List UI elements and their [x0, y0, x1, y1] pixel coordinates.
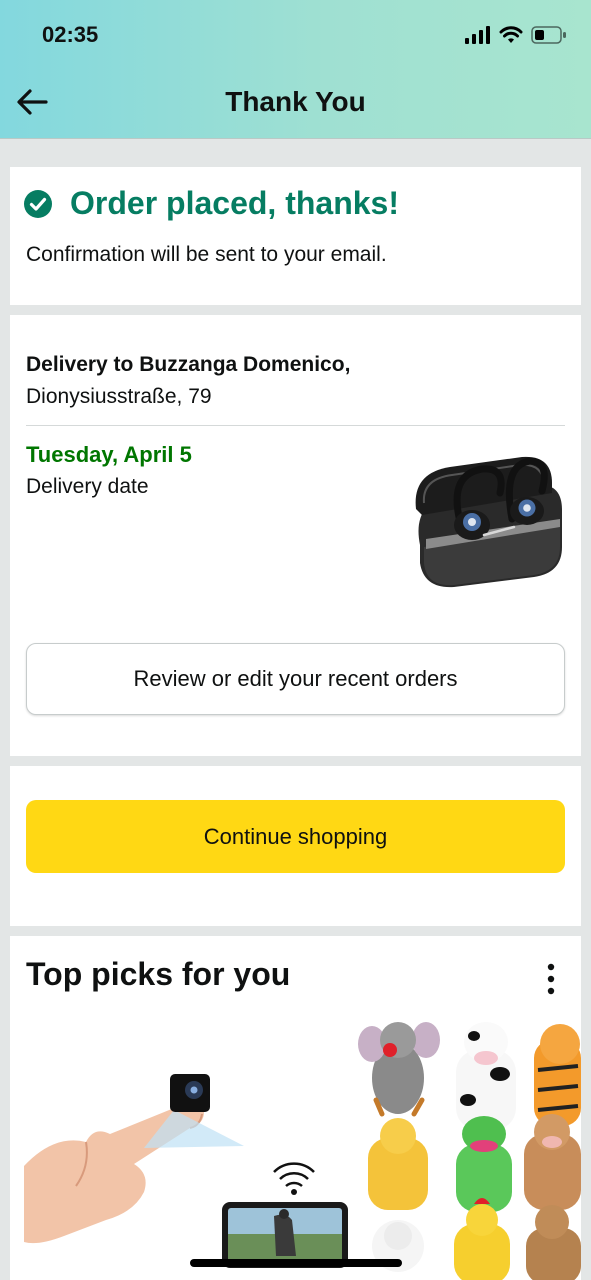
wifi-icon: [499, 26, 523, 43]
check-circle-icon: [24, 190, 52, 218]
delivery-card: Delivery to Buzzanga Domenico, Dionysius…: [10, 315, 581, 756]
more-options-icon[interactable]: [541, 962, 561, 996]
delivery-date-label: Delivery date: [26, 475, 149, 498]
confirmation-card: Order placed, thanks! Confirmation will …: [10, 167, 581, 305]
top-picks-title: Top picks for you: [26, 956, 291, 992]
status-icons: [465, 24, 567, 46]
delivery-recipient: Delivery to Buzzanga Domenico,: [26, 353, 351, 376]
app-header: 02:35 Thank You: [0, 0, 591, 139]
battery-icon: [531, 26, 566, 44]
finger-puppets-product-image[interactable]: [356, 1010, 581, 1280]
divider: [26, 425, 565, 426]
continue-card: Continue shopping: [10, 766, 581, 926]
review-orders-button[interactable]: Review or edit your recent orders: [26, 643, 565, 715]
status-time: 02:35: [42, 22, 99, 47]
continue-shopping-button[interactable]: Continue shopping: [26, 800, 565, 873]
page-title: Thank You: [225, 86, 366, 117]
earbuds-product-image[interactable]: [402, 435, 572, 605]
delivery-date: Tuesday, April 5: [26, 442, 192, 467]
mini-camera-product-image[interactable]: [24, 1016, 364, 1280]
home-indicator: [190, 1259, 402, 1267]
confirmation-subtitle: Confirmation will be sent to your email.: [26, 243, 387, 266]
top-picks-card: Top picks for you: [10, 936, 581, 1280]
delivery-address: Dionysiusstraße, 79: [26, 385, 212, 408]
signal-icon: [465, 26, 490, 44]
order-placed-title: Order placed, thanks!: [70, 185, 399, 221]
